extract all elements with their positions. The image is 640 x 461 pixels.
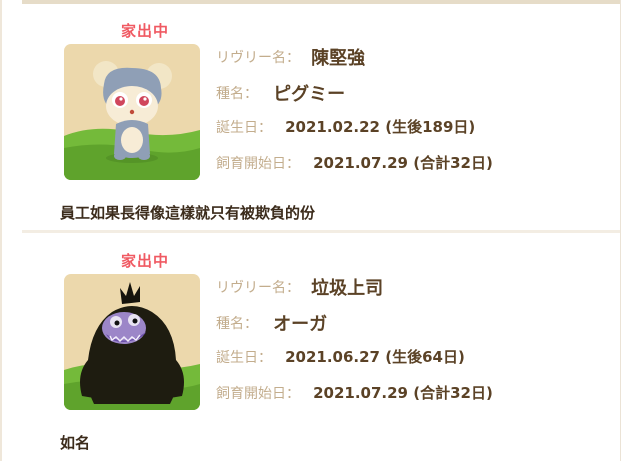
start-date-row: 飼育開始日： 2021.07.29 (合計32日) [216,382,493,412]
pet-name-value: 陳堅強 [311,48,366,69]
pet-avatar[interactable] [64,44,200,180]
ogre-creature-icon [64,274,200,410]
birthday-label: 誕生日： [216,119,272,136]
pygmy-creature-icon [64,44,200,180]
species-label: 種名： [216,316,258,332]
runaway-status-badge: 家出中 [120,252,169,270]
birthday-label: 誕生日： [216,349,272,366]
start-date-label: 飼育開始日： [216,155,300,172]
left-border [0,0,2,461]
species-row: 種名： オーガ [216,310,327,340]
birthday-value: 2021.02.22 (生後189日) [285,118,476,136]
species-label: 種名： [216,86,258,102]
pet-name-value: 垃圾上司 [311,278,384,299]
pet-name-row: リヴリー名： 陳堅強 [216,44,365,74]
runaway-status-badge: 家出中 [120,22,169,40]
birthday-value: 2021.06.27 (生後64日) [285,348,465,366]
pet-name-row: リヴリー名： 垃圾上司 [216,274,383,304]
species-row: 種名： ピグミー [216,80,345,110]
pet-comment: 員工如果長得像這樣就只有被欺負的份 [60,204,316,222]
birthday-row: 誕生日： 2021.02.22 (生後189日) [216,116,475,146]
pet-avatar[interactable] [64,274,200,410]
scrollbar-track[interactable] [620,0,640,461]
start-date-value: 2021.07.29 (合計32日) [313,384,493,402]
pet-card: 家出中 リヴリー名： 陳堅強 種名： ピグミー 誕生日： 2021.02.22 … [22,0,620,222]
species-value: ピグミー [273,84,346,105]
pet-name-label: リヴリー名： [216,50,300,66]
start-date-label: 飼育開始日： [216,385,300,402]
pet-comment: 如名 [60,434,91,452]
pet-card: 家出中 リヴリー名： 垃圾上司 種名： オーガ 誕生日： 2021.06.27 … [22,230,620,452]
pet-name-label: リヴリー名： [216,280,300,296]
species-value: オーガ [273,314,328,335]
start-date-row: 飼育開始日： 2021.07.29 (合計32日) [216,152,493,182]
start-date-value: 2021.07.29 (合計32日) [313,154,493,172]
birthday-row: 誕生日： 2021.06.27 (生後64日) [216,346,465,376]
